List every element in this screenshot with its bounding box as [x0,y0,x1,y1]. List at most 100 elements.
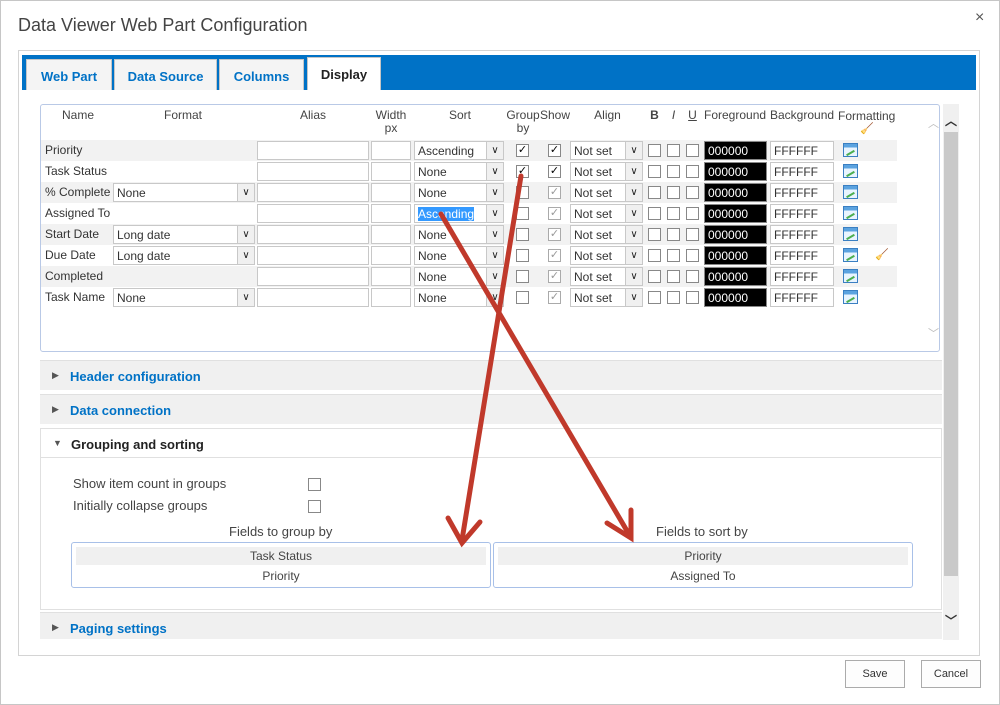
italic-checkbox[interactable] [667,270,680,283]
foreground-input[interactable]: 000000 [704,204,767,223]
broom-icon[interactable]: 🧹 [875,248,889,261]
background-input[interactable]: FFFFFF [770,267,834,286]
italic-checkbox[interactable] [667,228,680,241]
sort-field[interactable]: Assigned To [498,567,908,585]
align-select[interactable]: Not set ∨ [570,267,643,286]
align-select[interactable]: Not set ∨ [570,225,643,244]
underline-checkbox[interactable] [686,165,699,178]
bold-checkbox[interactable] [648,186,661,199]
foreground-input[interactable]: 000000 [704,183,767,202]
underline-checkbox[interactable] [686,228,699,241]
grid-scroll-down-icon[interactable]: ﹀ [928,325,939,341]
width-input[interactable] [371,183,411,202]
group-field[interactable]: Priority [76,567,486,585]
show-checkbox[interactable]: ✓ [548,291,561,304]
tab-web-part[interactable]: Web Part [26,59,112,90]
edit-formatting-icon[interactable] [843,185,858,199]
sort-select[interactable]: None ∨ [414,267,504,286]
underline-checkbox[interactable] [686,270,699,283]
sort-select[interactable]: None ∨ [414,162,504,181]
bold-checkbox[interactable] [648,270,661,283]
italic-checkbox[interactable] [667,291,680,304]
alias-input[interactable] [257,183,369,202]
scroll-up-icon[interactable]: ︿ [945,112,957,129]
bold-checkbox[interactable] [648,144,661,157]
foreground-input[interactable]: 000000 [704,162,767,181]
foreground-input[interactable]: 000000 [704,141,767,160]
background-input[interactable]: FFFFFF [770,183,834,202]
width-input[interactable] [371,141,411,160]
save-button[interactable]: Save [845,660,905,688]
sort-select[interactable]: Ascending ∨ [414,204,504,223]
sort-select[interactable]: None ∨ [414,225,504,244]
foreground-input[interactable]: 000000 [704,246,767,265]
format-select[interactable]: Long date ∨ [113,225,255,244]
show-checkbox[interactable]: ✓ [548,186,561,199]
width-input[interactable] [371,225,411,244]
width-input[interactable] [371,267,411,286]
show-checkbox[interactable]: ✓ [548,249,561,262]
align-select[interactable]: Not set ∨ [570,204,643,223]
format-select[interactable]: None ∨ [113,183,255,202]
bold-checkbox[interactable] [648,207,661,220]
foreground-input[interactable]: 000000 [704,225,767,244]
format-select[interactable]: None ∨ [113,288,255,307]
sort-select[interactable]: Ascending ∨ [414,141,504,160]
show-checkbox[interactable]: ✓ [548,228,561,241]
align-select[interactable]: Not set ∨ [570,162,643,181]
background-input[interactable]: FFFFFF [770,204,834,223]
group-by-checkbox[interactable]: ✓ [516,144,529,157]
tab-columns[interactable]: Columns [219,59,304,90]
align-select[interactable]: Not set ∨ [570,246,643,265]
bold-checkbox[interactable] [648,228,661,241]
underline-checkbox[interactable] [686,249,699,262]
group-by-checkbox[interactable] [516,291,529,304]
alias-input[interactable] [257,141,369,160]
background-input[interactable]: FFFFFF [770,141,834,160]
underline-checkbox[interactable] [686,144,699,157]
group-by-checkbox[interactable] [516,228,529,241]
group-by-checkbox[interactable] [516,186,529,199]
edit-formatting-icon[interactable] [843,248,858,262]
foreground-input[interactable]: 000000 [704,267,767,286]
alias-input[interactable] [257,288,369,307]
sort-select[interactable]: None ∨ [414,288,504,307]
alias-input[interactable] [257,246,369,265]
bold-checkbox[interactable] [648,165,661,178]
show-checkbox[interactable]: ✓ [548,207,561,220]
show-checkbox[interactable]: ✓ [548,144,561,157]
group-by-checkbox[interactable] [516,249,529,262]
edit-formatting-icon[interactable] [843,206,858,220]
align-select[interactable]: Not set ∨ [570,183,643,202]
edit-formatting-icon[interactable] [843,227,858,241]
edit-formatting-icon[interactable] [843,290,858,304]
italic-checkbox[interactable] [667,249,680,262]
panel-scrollbar-thumb[interactable] [944,132,958,576]
close-icon[interactable]: × [975,9,984,27]
initially-collapse-checkbox[interactable] [308,500,321,513]
underline-checkbox[interactable] [686,291,699,304]
section-data-connection[interactable]: ▶ Data connection [40,394,942,424]
show-checkbox[interactable]: ✓ [548,270,561,283]
group-by-checkbox[interactable] [516,207,529,220]
underline-checkbox[interactable] [686,186,699,199]
cancel-button[interactable]: Cancel [921,660,981,688]
width-input[interactable] [371,246,411,265]
show-item-count-checkbox[interactable] [308,478,321,491]
tab-display[interactable]: Display [307,57,381,90]
background-input[interactable]: FFFFFF [770,288,834,307]
section-paging-settings[interactable]: ▶ Paging settings [40,612,942,639]
italic-checkbox[interactable] [667,186,680,199]
broom-icon[interactable]: 🧹 [860,122,874,135]
sort-field[interactable]: Priority [498,547,908,565]
format-select[interactable]: Long date ∨ [113,246,255,265]
width-input[interactable] [371,204,411,223]
alias-input[interactable] [257,162,369,181]
sort-select[interactable]: None ∨ [414,183,504,202]
edit-formatting-icon[interactable] [843,269,858,283]
italic-checkbox[interactable] [667,207,680,220]
sort-select[interactable]: None ∨ [414,246,504,265]
background-input[interactable]: FFFFFF [770,225,834,244]
italic-checkbox[interactable] [667,144,680,157]
alias-input[interactable] [257,267,369,286]
